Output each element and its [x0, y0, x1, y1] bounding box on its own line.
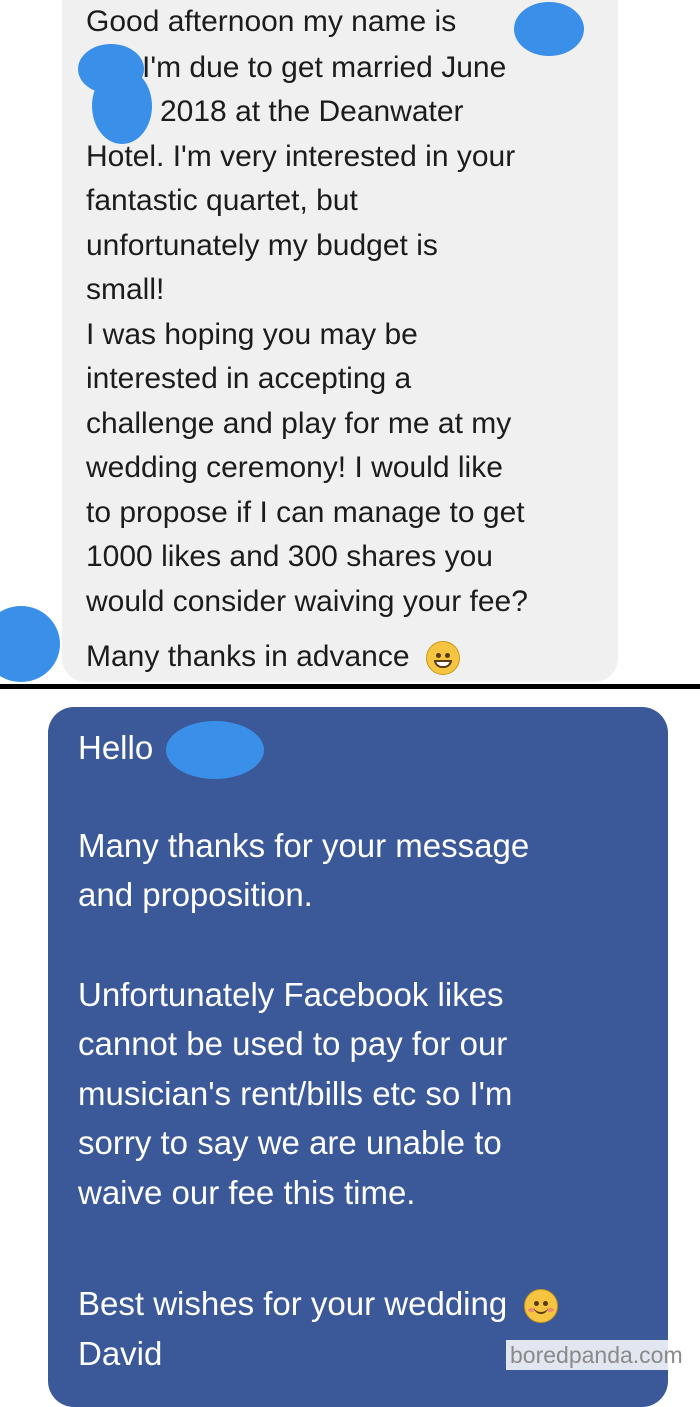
message-line: Hotel. I'm very interested in your: [86, 140, 516, 173]
reply-line: cannot be used to pay for our: [78, 1025, 508, 1062]
message-line: to propose if I can manage to get: [86, 496, 525, 529]
smiling-face-icon: [524, 1289, 559, 1324]
reply-line: and proposition.: [78, 876, 313, 913]
message-line: interested in accepting a: [86, 362, 412, 395]
reply-message-panel: Hello Many thanks for your message and p…: [0, 689, 700, 1407]
message-line: would consider waiving your fee?: [86, 585, 528, 618]
avatar: [0, 606, 60, 682]
reply-line: Best wishes for your wedding: [78, 1284, 559, 1324]
message-line: small!: [86, 273, 165, 306]
reply-signature: David: [78, 1335, 163, 1372]
message-line: Many thanks in advance: [86, 639, 460, 676]
message-line: unfortunately my budget is: [86, 229, 438, 262]
reply-line: Unfortunately Facebook likes: [78, 976, 504, 1013]
reply-line: sorry to say we are unable to: [78, 1124, 502, 1161]
message-text: Many thanks in advance: [86, 640, 410, 673]
reply-line: Hello: [78, 729, 154, 766]
redaction-blob: [92, 68, 152, 144]
incoming-message-panel: Good afternoon my name is I'm due to get…: [0, 0, 700, 684]
reply-line: waive our fee this time.: [78, 1174, 416, 1211]
message-line: I was hoping you may be: [86, 318, 418, 351]
reply-line: Many thanks for your message: [78, 827, 530, 864]
message-line: 1000 likes and 300 shares you: [86, 540, 493, 573]
message-line: Good afternoon my name is: [86, 5, 457, 38]
grinning-face-icon: [425, 641, 460, 676]
reply-text: Best wishes for your wedding: [78, 1285, 508, 1322]
message-line: fantastic quartet, but: [86, 184, 358, 217]
redaction-blob: [514, 2, 584, 56]
message-line: challenge and play for me at my: [86, 407, 512, 440]
message-line: I'm due to get married June: [142, 51, 507, 84]
watermark: boredpanda.com: [506, 1340, 687, 1370]
message-line: 2018 at the Deanwater: [160, 95, 464, 128]
redaction-blob: [166, 721, 264, 779]
reply-line: musician's rent/bills etc so I'm: [78, 1075, 513, 1112]
message-line: wedding ceremony! I would like: [86, 451, 503, 484]
